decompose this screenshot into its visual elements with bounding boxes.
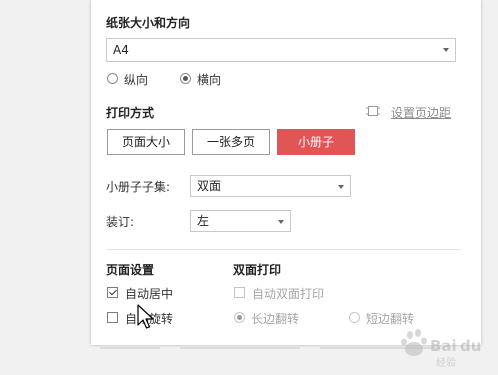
short-edge-radio[interactable] — [349, 312, 360, 323]
binding-value: 左 — [197, 214, 210, 228]
print-mode-title: 打印方式 — [106, 106, 155, 120]
mouse-cursor-icon — [137, 304, 154, 329]
duplex-title: 双面打印 — [233, 263, 282, 277]
page-margin-icon[interactable] — [366, 104, 380, 121]
set-margins-link[interactable]: 设置页边距 — [391, 104, 451, 121]
booklet-subset-select[interactable]: 双面 — [190, 175, 351, 197]
booklet-button[interactable]: 小册子 — [277, 129, 355, 155]
auto-duplex-label: 自动双面打印 — [252, 287, 325, 301]
auto-center-checkbox[interactable] — [107, 287, 118, 298]
baidu-watermark-logo: Bai du 经验 — [401, 329, 481, 369]
section-divider — [106, 249, 461, 250]
long-edge-radio[interactable] — [234, 312, 245, 323]
print-settings-panel: 纸张大小和方向 A4 纵向 横向 打印方式 设置页边距 页面大小 一张多页 小册… — [91, 0, 481, 345]
landscape-radio[interactable] — [180, 73, 191, 84]
chevron-down-icon — [443, 48, 449, 52]
booklet-subset-value: 双面 — [197, 179, 222, 193]
auto-center-label: 自动居中 — [125, 287, 174, 301]
paper-size-select[interactable]: A4 — [106, 38, 456, 62]
multi-page-button[interactable]: 一张多页 — [192, 129, 270, 155]
page-size-button[interactable]: 页面大小 — [107, 129, 185, 155]
binding-label: 装订: — [106, 215, 135, 229]
binding-select[interactable]: 左 — [190, 210, 291, 232]
portrait-label: 纵向 — [124, 73, 149, 87]
paper-size-value: A4 — [113, 43, 129, 57]
page-settings-title: 页面设置 — [106, 263, 155, 277]
svg-text:经验: 经验 — [436, 356, 456, 369]
landscape-label: 横向 — [197, 73, 222, 87]
booklet-subset-label: 小册子子集: — [106, 180, 171, 194]
chevron-down-icon — [338, 185, 344, 189]
auto-rotate-checkbox[interactable] — [107, 312, 118, 323]
paper-section-title: 纸张大小和方向 — [106, 16, 191, 30]
svg-text:Bai: Bai — [430, 337, 457, 355]
portrait-radio[interactable] — [107, 73, 118, 84]
page-bottom-edge — [100, 347, 440, 349]
long-edge-label: 长边翻转 — [251, 312, 300, 326]
chevron-down-icon — [278, 220, 284, 224]
auto-duplex-checkbox[interactable] — [234, 287, 245, 298]
svg-text:du: du — [460, 337, 481, 355]
short-edge-label: 短边翻转 — [366, 312, 415, 326]
